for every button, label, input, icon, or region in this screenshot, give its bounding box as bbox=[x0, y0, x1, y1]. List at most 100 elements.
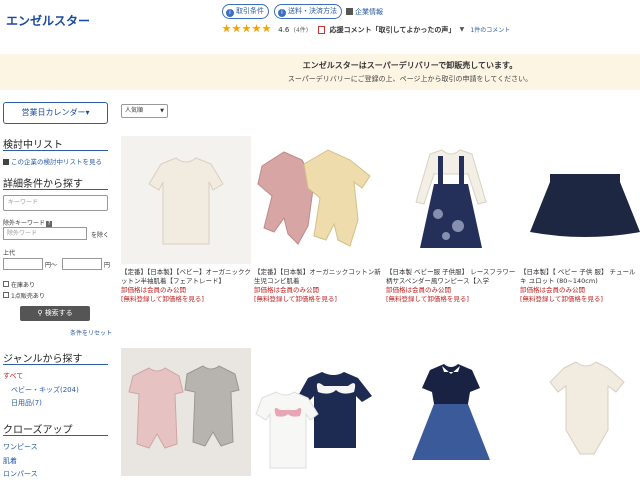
divider bbox=[3, 364, 108, 365]
in-stock-label: 在庫あり bbox=[11, 282, 36, 289]
closeup-heading: クローズアップ bbox=[3, 425, 73, 436]
divider bbox=[3, 435, 108, 436]
baby-combi-icon bbox=[257, 149, 371, 247]
price-label: 上代 bbox=[3, 250, 16, 257]
exclude-keyword-label: 除外キーワード? bbox=[3, 218, 53, 227]
company-info-label: 企業情報 bbox=[355, 8, 383, 16]
banner-title: エンゼルスターはスーパーデリバリーで卸販売しています。 bbox=[302, 61, 518, 70]
one-lot-checkbox[interactable] bbox=[3, 292, 9, 298]
dress-icon bbox=[412, 364, 490, 460]
romper-icon bbox=[128, 365, 240, 449]
sort-select[interactable]: 人気順 ▼ bbox=[121, 104, 168, 118]
free-register-link[interactable]: [無料登録して卸価格を見る] bbox=[386, 295, 516, 304]
free-register-link[interactable]: [無料登録して卸価格を見る] bbox=[520, 295, 640, 304]
rating-stars bbox=[222, 24, 272, 35]
member-price-note: 卸価格は会員のみ公開 bbox=[254, 286, 319, 294]
shop-header: エンゼルスター i 取引条件 i 送料・決済方法 企業情報 4.6 (4件) 応援コ… bbox=[0, 0, 640, 46]
info-icon: i bbox=[278, 9, 286, 17]
review-list-link[interactable]: この企業の検討中リストを見る bbox=[3, 156, 102, 166]
free-register-link[interactable]: [無料登録して卸価格を見る] bbox=[121, 295, 251, 304]
building-icon bbox=[346, 8, 353, 15]
dress-icon bbox=[415, 149, 487, 248]
product-image[interactable] bbox=[386, 348, 516, 476]
star-icon bbox=[222, 24, 231, 33]
exclude-suffix: を除く bbox=[91, 232, 110, 239]
price-unit-to: 円 bbox=[104, 262, 111, 269]
product-title[interactable]: 【日本製 ベビー服 子供服】 レースフラワー柄サスペンダー風ワンピース【入学 bbox=[386, 268, 516, 286]
product-card[interactable] bbox=[520, 348, 640, 476]
star-icon bbox=[242, 24, 251, 33]
price-unit-from: 円〜 bbox=[45, 262, 58, 269]
support-comment-link[interactable]: 応援コメント「取引してよかったの声」 bbox=[330, 25, 456, 35]
product-title[interactable]: 【日本製】【 ベビー 子供 服】 チュールキ ユロット (80~140cm) bbox=[520, 268, 640, 286]
star-icon bbox=[262, 24, 271, 33]
member-price-note: 卸価格は会員のみ公開 bbox=[386, 286, 451, 294]
product-card[interactable] bbox=[121, 348, 251, 476]
closeup-item-underwear[interactable]: 肌着 bbox=[3, 456, 17, 466]
rating-score: 4.6 bbox=[278, 25, 290, 34]
shirt-icon bbox=[148, 157, 224, 245]
search-icon: ⚲ bbox=[37, 309, 43, 317]
one-lot-label: 1点販売あり bbox=[11, 293, 45, 300]
product-image[interactable] bbox=[520, 348, 640, 476]
notice-banner: エンゼルスターはスーパーデリバリーで卸販売しています。 スーパーデリバリーにご登… bbox=[0, 54, 640, 90]
review-list-link-label: この企業の検討中リストを見る bbox=[11, 158, 102, 166]
closeup-item-onepiece[interactable]: ワンピース bbox=[3, 442, 38, 452]
shipping-payment-label: 送料・決済方法 bbox=[288, 7, 337, 15]
product-image[interactable] bbox=[520, 136, 640, 264]
chevron-down-icon: ▼ bbox=[160, 108, 164, 114]
list-icon bbox=[3, 159, 9, 165]
product-image[interactable] bbox=[121, 136, 251, 264]
price-max-input[interactable] bbox=[62, 258, 102, 270]
member-price-note: 卸価格は会員のみ公開 bbox=[520, 286, 585, 294]
product-card[interactable]: 【日本製】【 ベビー 子供 服】 チュールキ ユロット (80~140cm) 卸… bbox=[520, 136, 640, 304]
banner-subtitle: スーパーデリバリーにご登録の上、ページ上から取引の申請をしてください。 bbox=[287, 75, 533, 83]
product-card[interactable]: 【日本製 ベビー服 子供服】 レースフラワー柄サスペンダー風ワンピース【入学 卸… bbox=[386, 136, 516, 304]
rating-count[interactable]: (4件) bbox=[294, 25, 309, 34]
closeup-item-rompers[interactable]: ロンパース bbox=[3, 469, 38, 479]
transaction-terms-button[interactable]: i 取引条件 bbox=[222, 4, 269, 19]
company-info-link[interactable]: 企業情報 bbox=[346, 7, 383, 17]
divider bbox=[3, 150, 108, 151]
reset-conditions-link[interactable]: 条件をリセット bbox=[70, 328, 112, 337]
skirt-icon bbox=[530, 174, 640, 237]
chevron-down-icon[interactable]: ▼ bbox=[460, 26, 465, 33]
star-icon bbox=[232, 24, 241, 33]
product-title[interactable]: 【定番】【日本製】【ベビー】オーガニッククットン半袖肌着【フェアトレード】 bbox=[121, 268, 251, 286]
rating-row: 4.6 (4件) 応援コメント「取引してよかったの声」 ▼ 1件のコメント bbox=[222, 24, 510, 36]
star-icon bbox=[252, 24, 261, 33]
exclude-keyword-text: 除外キーワード bbox=[3, 220, 46, 227]
shop-name[interactable]: エンゼルスター bbox=[6, 12, 90, 29]
exclude-keyword-input[interactable]: 除外ワード bbox=[3, 227, 87, 240]
product-title[interactable]: 【定番】【日本製】オーガニックコットン新生児コンビ肌着 bbox=[254, 268, 384, 286]
bodysuit-icon bbox=[549, 361, 625, 455]
tshirt-icon bbox=[255, 372, 372, 469]
search-button[interactable]: ⚲ 検索する bbox=[20, 306, 90, 321]
free-register-link[interactable]: [無料登録して卸価格を見る] bbox=[254, 295, 384, 304]
info-icon: i bbox=[226, 9, 234, 17]
shipping-payment-button[interactable]: i 送料・決済方法 bbox=[274, 4, 342, 19]
product-card[interactable] bbox=[254, 348, 384, 476]
product-image[interactable] bbox=[254, 348, 384, 476]
business-calendar-button[interactable]: 営業日カレンダー▾ bbox=[3, 102, 108, 124]
product-image[interactable] bbox=[254, 136, 384, 264]
genre-item-all[interactable]: すべて bbox=[3, 371, 23, 381]
product-image[interactable] bbox=[386, 136, 516, 264]
divider bbox=[3, 189, 108, 190]
review-list-heading: 検討中リスト bbox=[3, 140, 63, 151]
genre-item-baby-kids[interactable]: ベビー・キッズ(204) bbox=[11, 385, 79, 395]
transaction-terms-label: 取引条件 bbox=[236, 7, 264, 15]
keyword-input[interactable]: キーワード bbox=[3, 195, 108, 211]
product-card[interactable] bbox=[386, 348, 516, 476]
product-image[interactable] bbox=[121, 348, 251, 476]
genre-heading: ジャンルから探す bbox=[3, 354, 83, 365]
search-button-label: 検索する bbox=[44, 309, 73, 317]
product-card[interactable]: 【定番】【日本製】【ベビー】オーガニッククットン半袖肌着【フェアトレード】 卸価… bbox=[121, 136, 251, 304]
genre-item-daily-goods[interactable]: 日用品(7) bbox=[11, 398, 42, 408]
in-stock-checkbox[interactable] bbox=[3, 281, 9, 287]
search-heading: 詳細条件から探す bbox=[3, 179, 83, 190]
member-price-note: 卸価格は会員のみ公開 bbox=[121, 286, 186, 294]
product-card[interactable]: 【定番】【日本製】オーガニックコットン新生児コンビ肌着 卸価格は会員のみ公開 [… bbox=[254, 136, 384, 304]
comment-count-link[interactable]: 1件のコメント bbox=[470, 25, 510, 34]
price-min-input[interactable] bbox=[3, 258, 43, 270]
